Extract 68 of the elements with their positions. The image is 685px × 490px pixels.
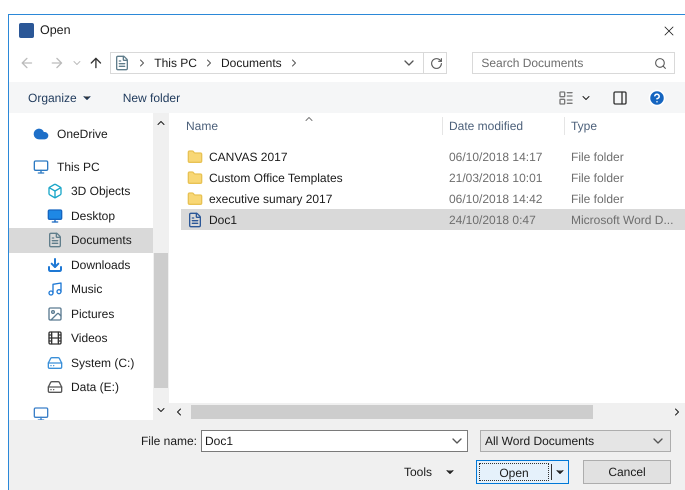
file-type: File folder: [570, 170, 624, 186]
monitor-icon: [33, 158, 49, 175]
file-type: Microsoft Word D...: [570, 212, 674, 228]
folder-icon: [187, 148, 203, 164]
cancel-button[interactable]: Cancel: [583, 460, 671, 484]
scrollbar-thumb[interactable]: [191, 404, 593, 418]
address-bar[interactable]: This PC Documents: [110, 52, 446, 74]
vertical-scrollbar[interactable]: [153, 113, 169, 420]
breadcrumb[interactable]: This PC: [154, 54, 197, 72]
folder-icon: [187, 170, 203, 186]
date-modified: 24/10/2018 0:47: [448, 212, 537, 228]
file-row[interactable]: CANVAS 2017 06/10/2018 14:17 File folder: [181, 146, 685, 167]
picture-icon: [47, 306, 63, 322]
nav-item[interactable]: Videos: [9, 326, 153, 350]
date-modified: 21/03/2018 10:01: [448, 170, 544, 186]
file-name-field[interactable]: Doc1: [201, 430, 468, 452]
nav-item[interactable]: Data (E:): [9, 375, 153, 400]
refresh-icon[interactable]: [430, 56, 442, 70]
file-row[interactable]: executive sumary 2017 06/10/2018 14:42 File folder: [181, 188, 685, 209]
nav-item[interactable]: System (C:): [9, 350, 153, 375]
column-header[interactable]: Date modified: [443, 117, 565, 135]
file-type: File folder: [570, 190, 624, 208]
download-icon: [47, 256, 63, 273]
file-row[interactable]: Custom Office Templates 21/03/2018 10:01 File folder: [181, 167, 685, 188]
music-note-icon: [47, 281, 63, 298]
nav-item[interactable]: Pictures: [9, 302, 153, 326]
new-folder-button[interactable]: New folder: [122, 88, 180, 106]
nav-item[interactable]: This PC: [9, 154, 153, 179]
file-name: Custom Office Templates: [209, 170, 343, 186]
date-modified: 06/10/2018 14:17: [448, 148, 544, 166]
date-modified: 06/10/2018 14:42: [448, 190, 544, 208]
breadcrumb[interactable]: Documents: [220, 54, 282, 72]
open-button[interactable]: Open: [479, 463, 549, 481]
file-name: CANVAS 2017: [209, 148, 288, 166]
help-icon[interactable]: [648, 88, 666, 106]
nav-item[interactable]: Downloads: [9, 252, 153, 277]
drive-icon: [47, 379, 63, 396]
tools-button[interactable]: Tools: [398, 460, 462, 484]
file-type-dropdown[interactable]: All Word Documents: [480, 430, 671, 452]
desktop-icon: [47, 208, 63, 224]
organize-button[interactable]: Organize: [28, 88, 93, 106]
view-options-icon[interactable]: [558, 90, 574, 106]
file-type: File folder: [570, 148, 624, 166]
nav-item[interactable]: OneDrive: [9, 122, 153, 146]
file-name: executive sumary 2017: [209, 190, 332, 208]
cube-icon: [47, 183, 63, 200]
nav-item[interactable]: Desktop: [9, 204, 153, 228]
document-icon: [47, 232, 63, 248]
horizontal-scrollbar[interactable]: [169, 403, 685, 420]
system-drive-icon: [47, 354, 63, 371]
nav-item[interactable]: 3D Objects: [9, 179, 153, 204]
column-header[interactable]: Type: [565, 117, 598, 135]
folder-icon: [187, 190, 203, 206]
word-document-icon: [187, 212, 203, 228]
column-header[interactable]: Name: [181, 117, 443, 135]
search-field[interactable]: Search Documents: [472, 52, 675, 74]
file-name: Doc1: [209, 212, 238, 228]
nav-item[interactable]: Documents: [9, 228, 153, 252]
preview-pane-icon[interactable]: [612, 90, 628, 106]
window-title: Open: [40, 22, 71, 40]
nav-item[interactable]: Music: [9, 277, 153, 302]
document-icon: [114, 55, 130, 71]
cloud-icon: [33, 126, 49, 142]
file-row[interactable]: Doc1 24/10/2018 0:47 Microsoft Word D...: [181, 209, 685, 230]
search-icon: [654, 56, 667, 70]
file-name-label: File name:: [140, 433, 197, 450]
scrollbar-thumb[interactable]: [154, 253, 168, 388]
film-icon: [47, 330, 63, 346]
